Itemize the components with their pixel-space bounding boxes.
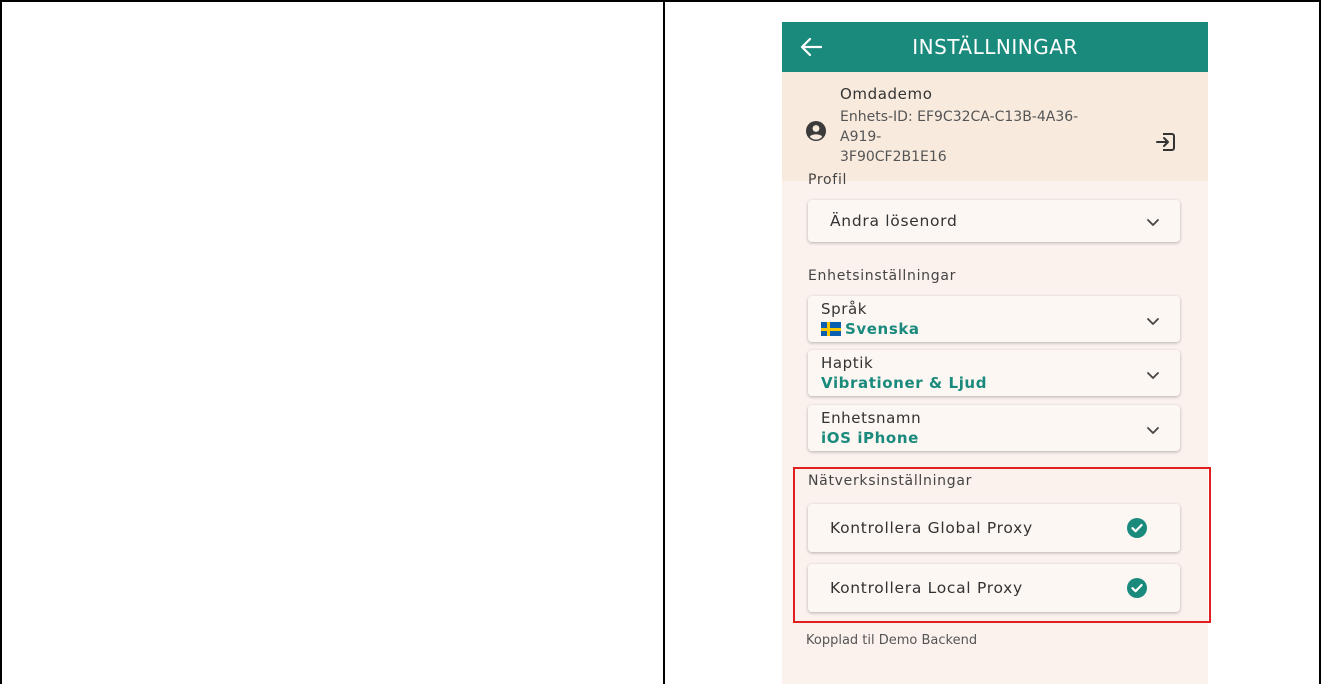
account-name: Omdademo: [840, 85, 933, 103]
chevron-down-icon: [1147, 318, 1159, 325]
change-password-dropdown[interactable]: Ändra lösenord: [808, 200, 1180, 242]
haptics-value: Vibrationer & Ljud: [821, 374, 988, 392]
arrow-left-icon: [800, 37, 822, 57]
device-name-value: iOS iPhone: [821, 429, 919, 447]
device-name-dropdown[interactable]: Enhetsnamn iOS iPhone: [808, 405, 1180, 451]
page-title: INSTÄLLNINGAR: [912, 35, 1078, 59]
haptics-label: Haptik: [821, 354, 874, 372]
language-value: Svenska: [821, 320, 920, 338]
back-button[interactable]: [794, 30, 828, 64]
haptics-dropdown[interactable]: Haptik Vibrationer & Ljud: [808, 350, 1180, 396]
language-dropdown[interactable]: Språk Svenska: [808, 296, 1180, 342]
account-panel: Omdademo Enhets-ID: EF9C32CA-C13B-4A36-A…: [782, 72, 1208, 181]
change-password-label: Ändra lösenord: [830, 212, 958, 230]
logout-button[interactable]: [1154, 130, 1178, 154]
chevron-down-icon: [1147, 427, 1159, 434]
table-divider: [663, 0, 665, 684]
app-bar: INSTÄLLNINGAR: [782, 22, 1208, 72]
section-label-profile: Profil: [808, 172, 848, 188]
connection-status: Kopplad til Demo Backend: [806, 633, 978, 648]
language-value-text: Svenska: [845, 320, 920, 338]
language-label: Språk: [821, 300, 868, 318]
device-id-line2: 3F90CF2B1E16: [840, 149, 947, 165]
chevron-down-icon: [1147, 219, 1159, 226]
account-circle-icon: [806, 121, 826, 141]
device-id: Enhets-ID: EF9C32CA-C13B-4A36-A919- 3F90…: [840, 107, 1110, 167]
section-label-device-settings: Enhetsinställningar: [808, 268, 957, 284]
highlight-box: [793, 467, 1211, 623]
logout-icon: [1156, 133, 1175, 151]
device-id-line1: Enhets-ID: EF9C32CA-C13B-4A36-A919-: [840, 109, 1079, 145]
swedish-flag-icon: [821, 322, 841, 336]
device-name-label: Enhetsnamn: [821, 409, 922, 427]
chevron-down-icon: [1147, 372, 1159, 379]
